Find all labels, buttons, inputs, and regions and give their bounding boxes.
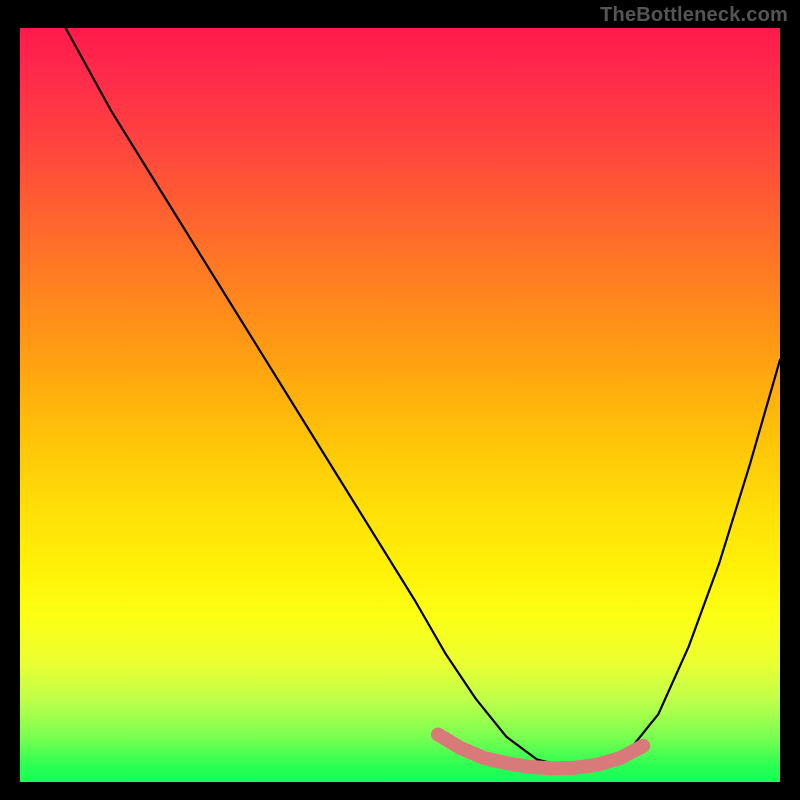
watermark-text: TheBottleneck.com — [600, 4, 788, 27]
safe-zone-marker-line — [438, 735, 643, 769]
chart-frame: TheBottleneck.com — [0, 0, 800, 800]
plot-area — [20, 28, 780, 782]
bottleneck-curve-line — [66, 28, 780, 767]
chart-overlay — [20, 28, 780, 782]
